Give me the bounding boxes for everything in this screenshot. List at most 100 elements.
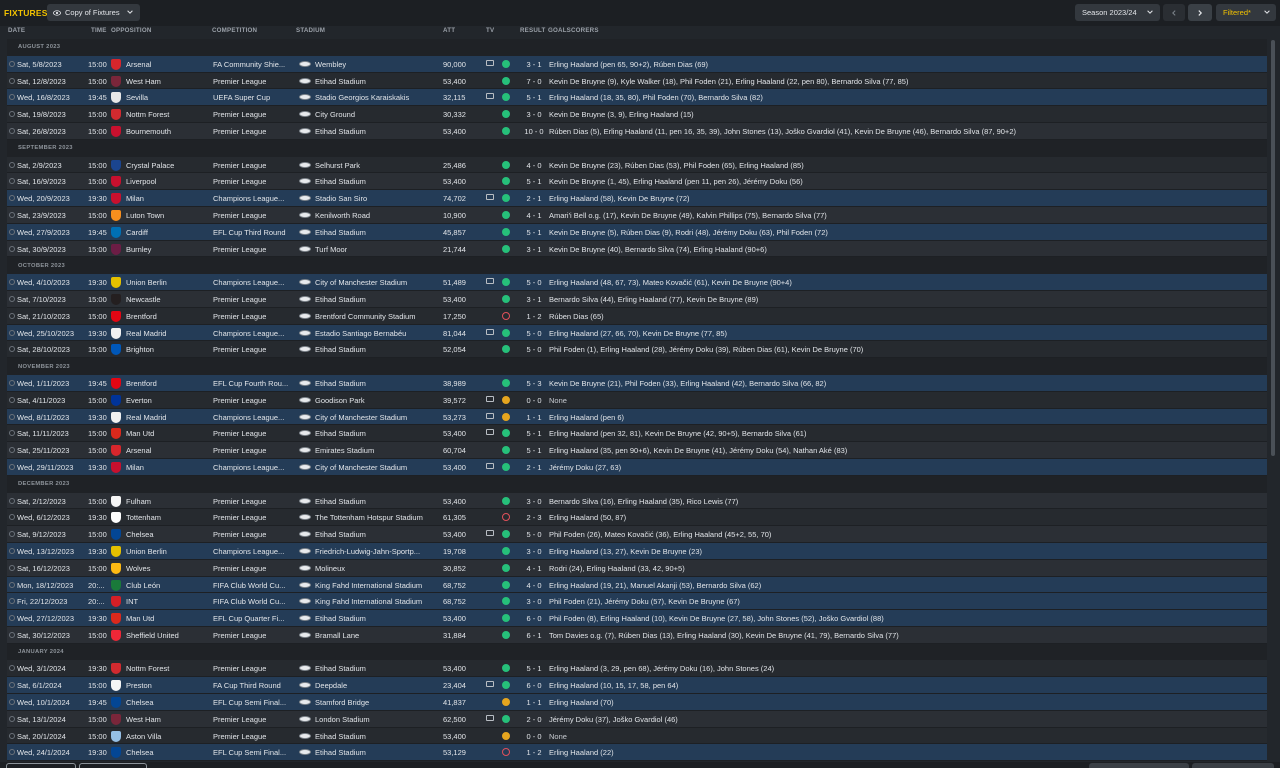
competition-name[interactable]: Premier League [213, 161, 266, 170]
season-selector-button[interactable]: Season 2023/24 [1075, 4, 1160, 21]
score[interactable]: 4 - 0 [519, 581, 549, 590]
fixture-row[interactable]: Wed, 25/10/2023 19:30 Real Madrid Champions… [7, 324, 1267, 342]
fixture-row[interactable]: Sat, 25/11/2023 15:00 Arsenal Premier Leagu… [7, 442, 1267, 459]
opposition-name[interactable]: Brentford [126, 379, 157, 388]
competition-name[interactable]: FIFA Club World Cu... [213, 597, 285, 606]
opposition-name[interactable]: Man Utd [126, 614, 154, 623]
score[interactable]: 1 - 1 [519, 698, 549, 707]
competition-name[interactable]: FIFA Club World Cu... [213, 581, 285, 590]
fixture-row[interactable]: Wed, 8/11/2023 19:30 Real Madrid Champions … [7, 408, 1267, 426]
score[interactable]: 5 - 0 [519, 530, 549, 539]
competition-name[interactable]: Premier League [213, 530, 266, 539]
fixture-row[interactable]: Sat, 30/9/2023 15:00 Burnley Premier League… [7, 240, 1267, 258]
score[interactable]: 2 - 1 [519, 194, 549, 203]
score[interactable]: 5 - 0 [519, 345, 549, 354]
score[interactable]: 5 - 1 [519, 228, 549, 237]
score[interactable]: 3 - 1 [519, 60, 549, 69]
competition-name[interactable]: Premier League [213, 513, 266, 522]
competition-name[interactable]: Champions League... [213, 194, 284, 203]
score[interactable]: 5 - 0 [519, 329, 549, 338]
score[interactable]: 5 - 1 [519, 664, 549, 673]
competition-name[interactable]: UEFA Super Cup [213, 93, 270, 102]
opposition-name[interactable]: Aston Villa [126, 732, 161, 741]
score[interactable]: 3 - 0 [519, 110, 549, 119]
previous-season-button[interactable] [1163, 4, 1185, 21]
competition-name[interactable]: Premier League [213, 245, 266, 254]
score[interactable]: 2 - 1 [519, 463, 549, 472]
opposition-name[interactable]: Brighton [126, 345, 154, 354]
opposition-name[interactable]: Crystal Palace [126, 161, 174, 170]
competition-name[interactable]: Premier League [213, 564, 266, 573]
score[interactable]: 3 - 0 [519, 597, 549, 606]
opposition-name[interactable]: Real Madrid [126, 413, 166, 422]
opposition-name[interactable]: Man Utd [126, 429, 154, 438]
competition-name[interactable]: Premier League [213, 396, 266, 405]
competition-name[interactable]: Premier League [213, 732, 266, 741]
column-header-competition[interactable]: COMPETITION [212, 27, 257, 34]
competition-name[interactable]: EFL Cup Quarter Fi... [213, 614, 284, 623]
competition-name[interactable]: Champions League... [213, 547, 284, 556]
scrollbar[interactable] [1271, 40, 1275, 456]
bottom-button-2[interactable] [79, 763, 147, 768]
score[interactable]: 6 - 1 [519, 631, 549, 640]
score[interactable]: 0 - 0 [519, 732, 549, 741]
fixture-row[interactable]: Wed, 27/9/2023 19:45 Cardiff EFL Cup Third … [7, 223, 1267, 241]
opposition-name[interactable]: Brentford [126, 312, 157, 321]
opposition-name[interactable]: Arsenal [126, 446, 151, 455]
bottom-button-3[interactable] [1089, 763, 1189, 768]
score[interactable]: 5 - 1 [519, 446, 549, 455]
bottom-button-1[interactable] [6, 763, 76, 768]
score[interactable]: 1 - 1 [519, 413, 549, 422]
fixture-row[interactable]: Wed, 13/12/2023 19:30 Union Berlin Champion… [7, 542, 1267, 560]
competition-name[interactable]: Premier League [213, 295, 266, 304]
fixture-row[interactable]: Sat, 26/8/2023 15:00 Bournemouth Premier Le… [7, 122, 1267, 140]
score[interactable]: 3 - 0 [519, 547, 549, 556]
bottom-button-4[interactable] [1192, 763, 1274, 768]
opposition-name[interactable]: Cardiff [126, 228, 148, 237]
score[interactable]: 2 - 3 [519, 513, 549, 522]
fixture-row[interactable]: Sat, 30/12/2023 15:00 Sheffield United Prem… [7, 626, 1267, 644]
competition-name[interactable]: Champions League... [213, 463, 284, 472]
score[interactable]: 1 - 2 [519, 312, 549, 321]
competition-name[interactable]: EFL Cup Semi Final... [213, 748, 286, 757]
opposition-name[interactable]: Newcastle [126, 295, 161, 304]
competition-name[interactable]: Premier League [213, 664, 266, 673]
opposition-name[interactable]: Wolves [126, 564, 150, 573]
competition-name[interactable]: Premier League [213, 446, 266, 455]
opposition-name[interactable]: Milan [126, 194, 144, 203]
fixture-row[interactable]: Sat, 5/8/2023 15:00 Arsenal FA Community Sh… [7, 55, 1267, 73]
opposition-name[interactable]: Real Madrid [126, 329, 166, 338]
fixture-row[interactable]: Wed, 3/1/2024 19:30 Nottm Forest Premier Le… [7, 660, 1267, 678]
opposition-name[interactable]: West Ham [126, 715, 161, 724]
competition-name[interactable]: EFL Cup Semi Final... [213, 698, 286, 707]
opposition-name[interactable]: Preston [126, 681, 152, 690]
score[interactable]: 5 - 1 [519, 177, 549, 186]
fixture-row[interactable]: Sat, 4/11/2023 15:00 Everton Premier League… [7, 391, 1267, 409]
competition-name[interactable]: Premier League [213, 211, 266, 220]
fixture-row[interactable]: Wed, 6/12/2023 19:30 Tottenham Premier Leag… [7, 509, 1267, 527]
competition-name[interactable]: Premier League [213, 429, 266, 438]
opposition-name[interactable]: Union Berlin [126, 547, 167, 556]
score[interactable]: 7 - 0 [519, 77, 549, 86]
fixture-row[interactable]: Sat, 13/1/2024 15:00 West Ham Premier Leagu… [7, 710, 1267, 728]
fixture-row[interactable]: Sat, 19/8/2023 15:00 Nottm Forest Premier L… [7, 106, 1267, 123]
fixture-row[interactable]: Sat, 2/12/2023 15:00 Fulham Premier League E… [7, 492, 1267, 510]
opposition-name[interactable]: Arsenal [126, 60, 151, 69]
opposition-name[interactable]: Sevilla [126, 93, 148, 102]
fixture-row[interactable]: Wed, 16/8/2023 19:45 Sevilla UEFA Super Cup… [7, 89, 1267, 107]
opposition-name[interactable]: Burnley [126, 245, 151, 254]
fixture-row[interactable]: Wed, 20/9/2023 19:30 Milan Champions League… [7, 190, 1267, 207]
competition-name[interactable]: Premier League [213, 345, 266, 354]
fixture-row[interactable]: Wed, 29/11/2023 19:30 Milan Champions Leagu… [7, 458, 1267, 476]
fixture-row[interactable]: Sat, 9/12/2023 15:00 Chelsea Premier League… [7, 526, 1267, 543]
fixture-row[interactable]: Wed, 4/10/2023 19:30 Union Berlin Champions… [7, 274, 1267, 291]
fixture-row[interactable]: Wed, 27/12/2023 19:30 Man Utd EFL Cup Quart… [7, 610, 1267, 627]
competition-name[interactable]: Premier League [213, 110, 266, 119]
column-header-time[interactable]: TIME [91, 27, 107, 34]
score[interactable]: 5 - 3 [519, 379, 549, 388]
opposition-name[interactable]: Union Berlin [126, 278, 167, 287]
fixture-row[interactable]: Sat, 6/1/2024 15:00 Preston FA Cup Third Ro… [7, 677, 1267, 695]
opposition-name[interactable]: Bournemouth [126, 127, 171, 136]
opposition-name[interactable]: Sheffield United [126, 631, 179, 640]
column-header-result[interactable]: RESULT [520, 27, 546, 34]
